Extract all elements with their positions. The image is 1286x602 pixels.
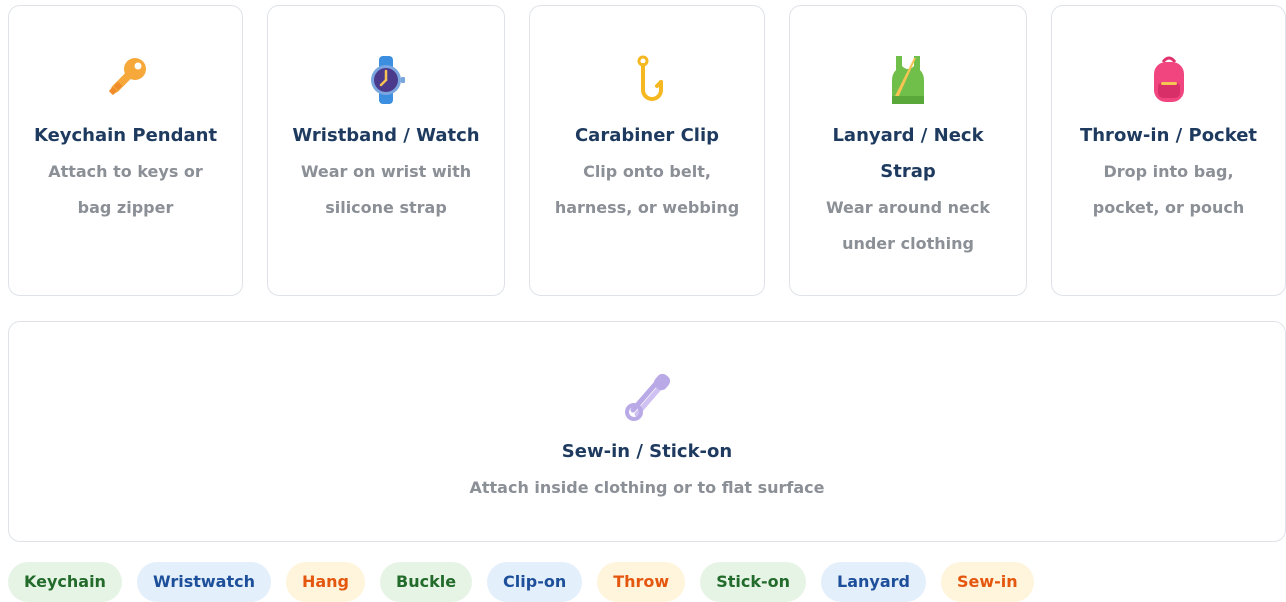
card-title: Wristband / Watch: [292, 125, 480, 146]
hook-icon: [637, 55, 663, 101]
vest-icon: [892, 56, 924, 104]
chip-keychain[interactable]: Keychain: [8, 562, 122, 602]
card-wristband-watch[interactable]: Wristband / Watch Wear on wrist with sil…: [267, 5, 505, 296]
backpack-icon: [1153, 56, 1184, 102]
card-desc-line: Clip onto belt,: [583, 162, 711, 181]
tag-chip-row: Keychain Wristwatch Hang Buckle Clip-on …: [8, 562, 1034, 602]
chip-stick-on[interactable]: Stick-on: [700, 562, 807, 602]
watch-icon: [371, 56, 405, 104]
chip-wristwatch[interactable]: Wristwatch: [136, 562, 271, 602]
card-lanyard-neck-strap[interactable]: Lanyard / Neck Strap Wear around neck un…: [789, 5, 1027, 296]
chip-sew-in[interactable]: Sew-in: [940, 562, 1034, 602]
card-desc-line: harness, or webbing: [554, 198, 740, 217]
card-title: Sew-in / Stick-on: [561, 441, 733, 462]
chip-throw[interactable]: Throw: [597, 562, 686, 602]
card-desc-line: Attach to keys or: [48, 162, 203, 181]
card-desc-line: Drop into bag,: [1103, 162, 1234, 181]
card-desc-line: under clothing: [842, 234, 974, 253]
card-desc-line: pocket, or pouch: [1092, 198, 1245, 217]
chip-clip-on[interactable]: Clip-on: [487, 562, 583, 602]
chip-lanyard[interactable]: Lanyard: [821, 562, 926, 602]
card-desc-line: bag zipper: [77, 198, 174, 217]
card-title: Throw-in / Pocket: [1079, 125, 1258, 146]
card-sew-in-stick-on[interactable]: Sew-in / Stick-on Attach inside clothing…: [8, 321, 1286, 542]
chip-buckle[interactable]: Buckle: [380, 562, 473, 602]
card-desc: Attach inside clothing or to flat surfac…: [469, 478, 825, 497]
card-carabiner-clip[interactable]: Carabiner Clip Clip onto belt, harness, …: [529, 5, 765, 296]
card-desc-line: Wear around neck: [825, 198, 991, 217]
card-title: Carabiner Clip: [574, 125, 720, 146]
card-title-line: Lanyard / Neck: [832, 125, 984, 146]
card-title: Keychain Pendant: [33, 125, 218, 146]
card-desc-line: silicone strap: [325, 198, 447, 217]
card-desc-line: Wear on wrist with: [300, 162, 472, 181]
key-icon: [108, 58, 146, 95]
safety-pin-icon: [625, 373, 671, 421]
chip-hang[interactable]: Hang: [285, 562, 365, 602]
card-title-line: Strap: [880, 161, 936, 182]
card-throw-in-pocket[interactable]: Throw-in / Pocket Drop into bag, pocket,…: [1051, 5, 1286, 296]
card-keychain-pendant[interactable]: Keychain Pendant Attach to keys or bag z…: [8, 5, 243, 296]
